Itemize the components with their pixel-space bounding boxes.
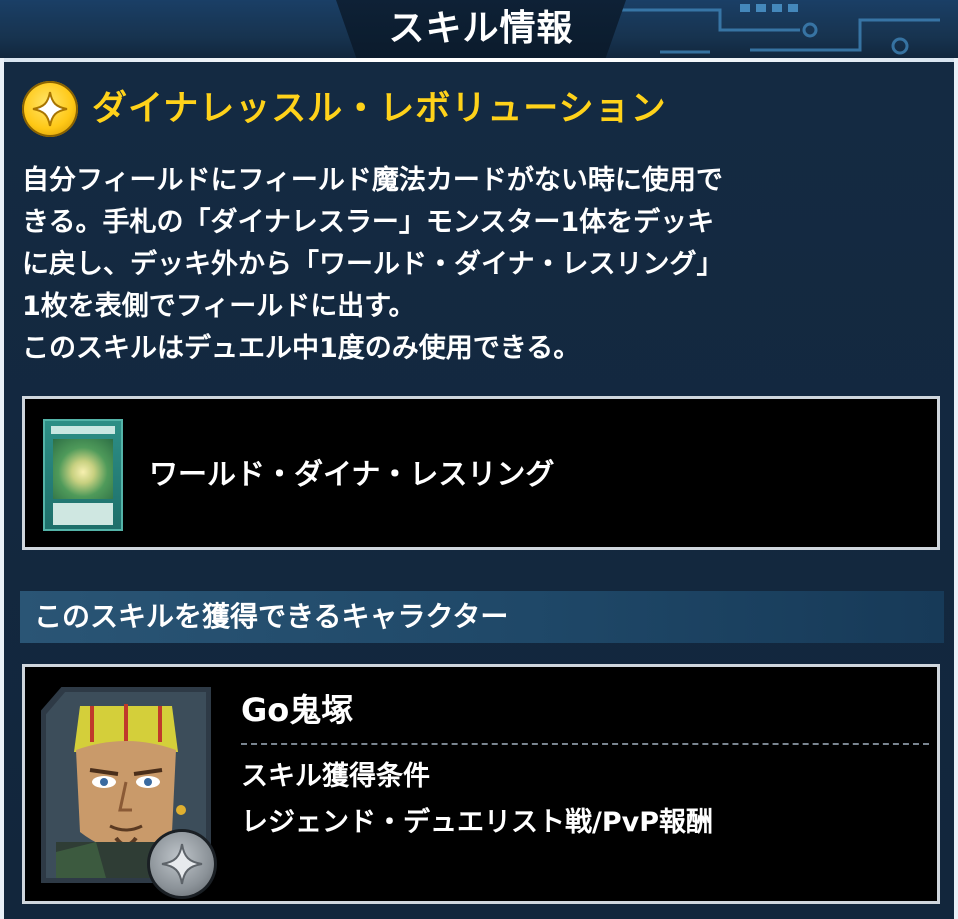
panel-left-border [0, 58, 4, 919]
character-name: Go鬼塚 [241, 691, 354, 729]
related-card-entry[interactable]: ワールド・ダイナ・レスリング [22, 396, 940, 550]
description-line: このスキルはデュエル中1度のみ使用できる。 [22, 333, 581, 364]
skill-description: 自分フィールドにフィールド魔法カードがない時に使用で きる。手札の「ダイナレスラ… [22, 160, 942, 370]
panel-top-border [0, 58, 958, 62]
description-line: 自分フィールドにフィールド魔法カードがない時に使用で [22, 165, 723, 196]
description-line: きる。手札の「ダイナレスラー」モンスター1体をデッキ [22, 207, 715, 238]
skill-badge-icon [150, 832, 214, 896]
divider [241, 743, 929, 745]
card-thumbnail[interactable] [43, 419, 123, 531]
card-name: ワールド・ダイナ・レスリング [149, 457, 555, 491]
card-artwork [53, 439, 113, 499]
acquisition-condition-value: レジェンド・デュエリスト戦/PvP報酬 [241, 807, 714, 838]
card-title-band [51, 426, 115, 434]
description-line: 1枚を表側でフィールドに出す。 [22, 291, 416, 322]
character-entry[interactable]: Go鬼塚 スキル獲得条件 レジェンド・デュエリスト戦/PvP報酬 [22, 664, 940, 904]
sparkle-icon [22, 81, 78, 137]
description-line: に戻し、デッキ外から「ワールド・ダイナ・レスリング」 [22, 249, 724, 280]
acquisition-condition-label: スキル獲得条件 [241, 761, 430, 792]
card-text-area [53, 503, 113, 525]
page-title: スキル情報 [388, 8, 574, 49]
section-title: このスキルを獲得できるキャラクター [34, 600, 509, 633]
panel-right-border [954, 58, 958, 919]
skill-info-screen: スキル情報 ダイナレッスル・レボリューション 自分フィールドにフィールド魔法カー… [0, 0, 958, 919]
characters-section-header: このスキルを獲得できるキャラクター [20, 591, 944, 643]
circuit-decoration [620, 4, 940, 55]
skill-name: ダイナレッスル・レボリューション [92, 89, 667, 129]
